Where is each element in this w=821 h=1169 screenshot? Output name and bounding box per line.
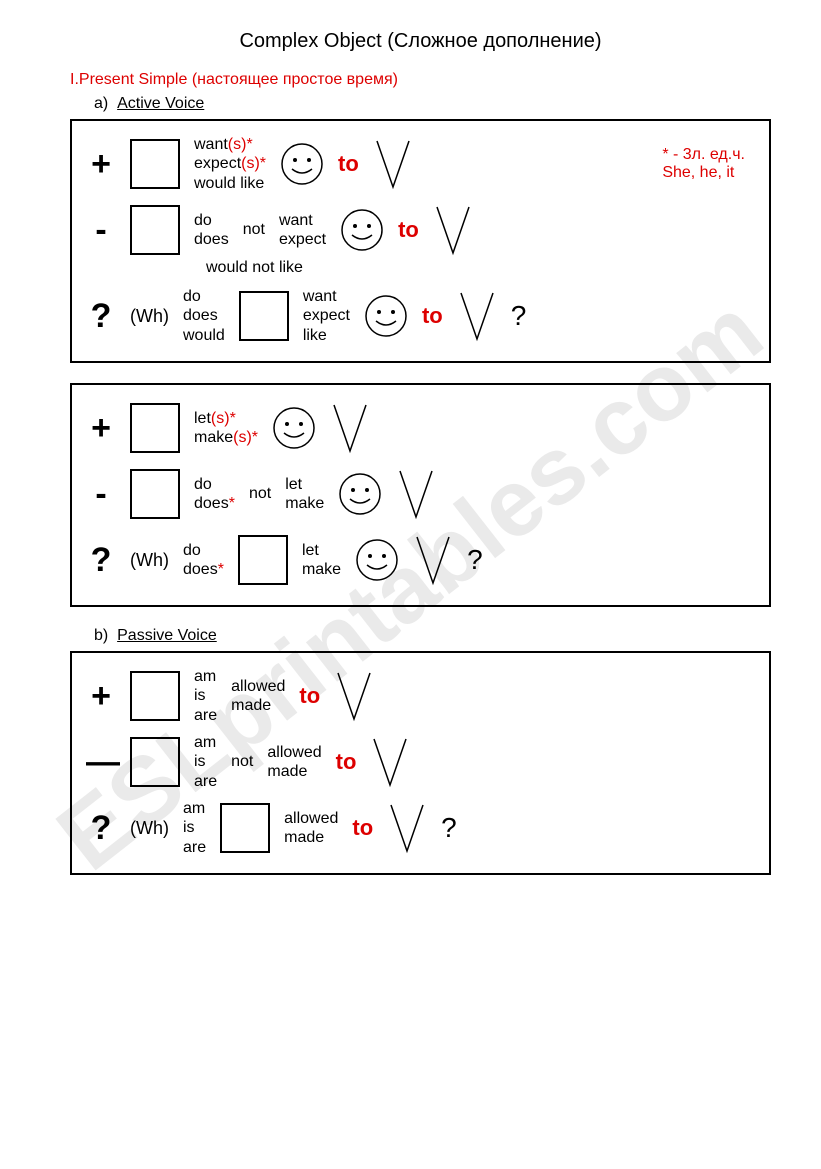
question-sign: ? <box>86 541 116 580</box>
box1-minus-row: - do does not want expect to <box>86 197 755 263</box>
verb-stack: allowed made <box>267 743 321 781</box>
square-box <box>239 291 289 341</box>
footnote: * - 3л. ед.ч. She, he, it <box>662 146 755 182</box>
square-box <box>130 205 180 255</box>
square-box <box>238 535 288 585</box>
v-icon <box>413 533 453 587</box>
not-label: not <box>243 221 265 239</box>
minus-sign: - <box>86 475 116 514</box>
plus-sign: + <box>86 145 116 184</box>
question-sign: ? <box>86 809 116 848</box>
question-sign: ? <box>86 297 116 336</box>
square-box <box>220 803 270 853</box>
wh-label: (Wh) <box>130 306 169 327</box>
box2-question-row: ? (Wh) do does* let make ? <box>86 527 755 593</box>
smiley-icon <box>355 538 399 582</box>
box-active-2: + let(s)* make(s)* - do does* not <box>70 383 771 607</box>
v-icon <box>373 137 413 191</box>
box1-question-row: ? (Wh) do does would want expect like to <box>86 283 755 349</box>
minus-sign: — <box>86 743 116 782</box>
wh-label: (Wh) <box>130 818 169 839</box>
plus-sign: + <box>86 409 116 448</box>
v-icon <box>330 401 370 455</box>
verb-stack: want expect <box>279 211 326 249</box>
v-icon <box>387 801 427 855</box>
box2-plus-row: + let(s)* make(s)* <box>86 395 755 461</box>
square-box <box>130 403 180 453</box>
wh-label: (Wh) <box>130 550 169 571</box>
v-icon <box>433 203 473 257</box>
minus-sign: - <box>86 211 116 250</box>
page-title: Complex Object (Сложное дополнение) <box>70 30 771 53</box>
square-box <box>130 469 180 519</box>
sub-b: b) Passive Voice <box>94 627 771 645</box>
verb-stack: want expect like <box>303 287 350 345</box>
verb-stack: allowed made <box>231 677 285 715</box>
verb-stack: want(s)* expect(s)* would like <box>194 135 266 193</box>
box-active-1: + want(s)* expect(s)* would like to * - … <box>70 119 771 363</box>
question-mark: ? <box>511 300 527 332</box>
verb-stack: let make <box>285 475 324 513</box>
v-icon <box>370 735 410 789</box>
to-label: to <box>398 217 419 243</box>
aux-stack: do does* <box>194 475 235 513</box>
be-stack: am is are <box>183 799 206 857</box>
verb-stack: allowed made <box>284 809 338 847</box>
v-icon <box>457 289 497 343</box>
box3-minus-row: — am is are not allowed made to <box>86 729 755 795</box>
plus-sign: + <box>86 677 116 716</box>
box3-question-row: ? (Wh) am is are allowed made to ? <box>86 795 755 861</box>
box1-plus-row: + want(s)* expect(s)* would like to * - … <box>86 131 755 197</box>
to-label: to <box>338 151 359 177</box>
smiley-icon <box>340 208 384 252</box>
verb-stack: let make <box>302 541 341 579</box>
section-heading: I.Present Simple (настоящее простое врем… <box>70 71 771 89</box>
smiley-icon <box>338 472 382 516</box>
not-label: not <box>231 753 253 771</box>
question-mark: ? <box>441 812 457 844</box>
square-box <box>130 737 180 787</box>
sub-a: a) Active Voice <box>94 95 771 113</box>
to-label: to <box>336 749 357 775</box>
be-stack: am is are <box>194 667 217 725</box>
aux-stack: do does* <box>183 541 224 579</box>
aux-stack: do does <box>194 211 229 249</box>
square-box <box>130 671 180 721</box>
smiley-icon <box>272 406 316 450</box>
aux-stack: do does would <box>183 287 225 345</box>
box3-plus-row: + am is are allowed made to <box>86 663 755 729</box>
smiley-icon <box>280 142 324 186</box>
would-not-like: would not like <box>206 259 755 277</box>
to-label: to <box>352 815 373 841</box>
v-icon <box>334 669 374 723</box>
to-label: to <box>299 683 320 709</box>
not-label: not <box>249 485 271 503</box>
v-icon <box>396 467 436 521</box>
smiley-icon <box>364 294 408 338</box>
question-mark: ? <box>467 544 483 576</box>
square-box <box>130 139 180 189</box>
be-stack: am is are <box>194 733 217 791</box>
box-passive: + am is are allowed made to — am is a <box>70 651 771 875</box>
to-label: to <box>422 303 443 329</box>
box2-minus-row: - do does* not let make <box>86 461 755 527</box>
verb-stack: let(s)* make(s)* <box>194 409 258 447</box>
